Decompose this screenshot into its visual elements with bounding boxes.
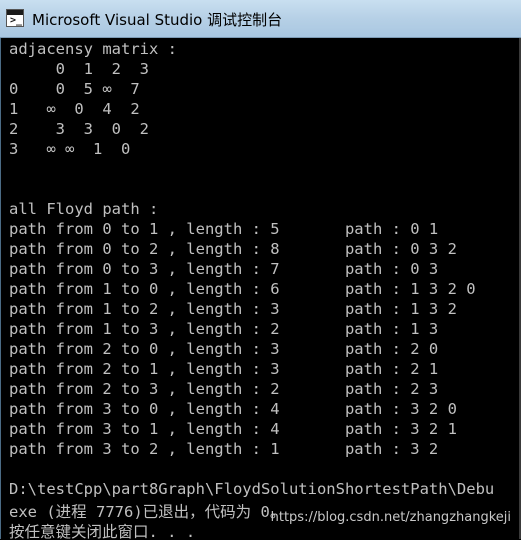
console-line: 3 ∞ ∞ 1 0 (9, 140, 131, 158)
console-line: path from 3 to 0 , length : 4 path : 3 2… (9, 400, 457, 418)
console-line: D:\testCpp\part8Graph\FloydSolutionShort… (9, 480, 495, 498)
console-line: path from 1 to 0 , length : 6 path : 1 3… (9, 280, 476, 298)
console-line: path from 0 to 1 , length : 5 path : 0 1 (9, 220, 439, 238)
console-line: all Floyd path : (9, 200, 159, 218)
console-line: 2 3 3 0 2 (9, 120, 149, 138)
console-window-icon: >_ (6, 9, 24, 27)
console-line: 1 ∞ 0 4 2 (9, 100, 140, 118)
console-output[interactable]: adjacensy matrix : 0 1 2 3 0 0 5 ∞ 7 1 ∞ 0… (0, 38, 521, 540)
console-line: path from 3 to 1 , length : 4 path : 3 2… (9, 420, 457, 438)
console-lines: adjacensy matrix : 0 1 2 3 0 0 5 ∞ 7 1 ∞ 0… (9, 40, 521, 540)
console-line: adjacensy matrix : (9, 40, 177, 58)
console-line: path from 3 to 2 , length : 1 path : 3 2 (9, 440, 439, 458)
title-bar[interactable]: >_ Microsoft Visual Studio 调试控制台 (0, 0, 521, 38)
console-line: 0 0 5 ∞ 7 (9, 80, 140, 98)
console-line: path from 2 to 3 , length : 2 path : 2 3 (9, 380, 439, 398)
console-line: path from 0 to 3 , length : 7 path : 0 3 (9, 260, 439, 278)
console-line: 0 1 2 3 (9, 60, 149, 78)
window-title: Microsoft Visual Studio 调试控制台 (32, 11, 283, 29)
console-line: path from 2 to 0 , length : 3 path : 2 0 (9, 340, 439, 358)
watermark: https://blog.csdn.net/zhangzhangkeji (270, 510, 511, 525)
console-line: path from 0 to 2 , length : 8 path : 0 3… (9, 240, 457, 258)
console-line: path from 2 to 1 , length : 3 path : 2 1 (9, 360, 439, 378)
console-line: path from 1 to 2 , length : 3 path : 1 3… (9, 300, 457, 318)
console-line: path from 1 to 3 , length : 2 path : 1 3 (9, 320, 439, 338)
